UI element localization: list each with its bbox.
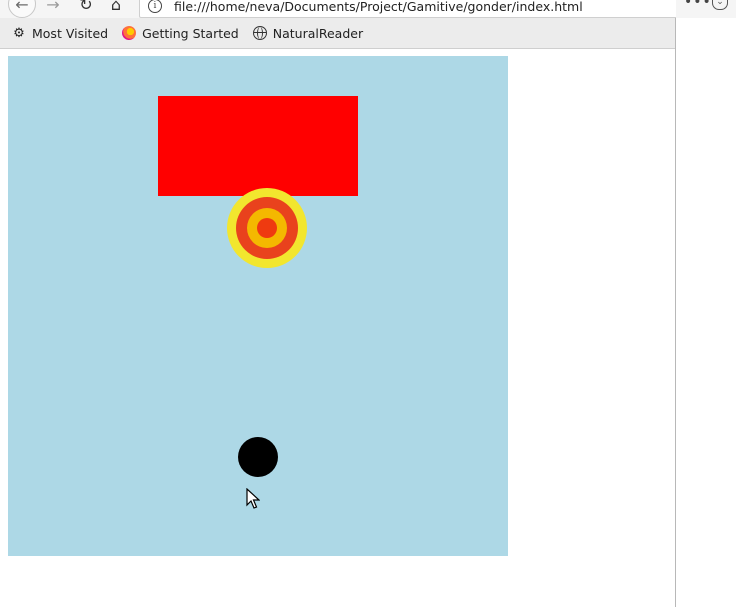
globe-icon xyxy=(252,26,267,40)
gear-icon: ⚙ xyxy=(13,25,25,41)
back-arrow-icon[interactable]: ← xyxy=(8,0,36,18)
bookmark-label: Getting Started xyxy=(142,25,239,41)
more-actions-icon[interactable]: ••• xyxy=(684,0,712,10)
background-window xyxy=(676,0,736,607)
url-bar[interactable]: i file:///home/neva/Documents/Project/Ga… xyxy=(139,0,681,18)
firefox-icon xyxy=(122,26,137,40)
bookmark-naturalreader[interactable]: NaturalReader xyxy=(252,25,364,41)
black-ball[interactable] xyxy=(238,437,278,477)
game-canvas[interactable] xyxy=(8,56,508,556)
page-viewport xyxy=(0,49,675,607)
reload-icon[interactable]: ↻ xyxy=(74,0,98,16)
bookmark-most-visited[interactable]: ⚙ Most Visited xyxy=(12,26,108,41)
nav-toolbar: ← → ↻ ⌂ i file:///home/neva/Documents/Pr… xyxy=(0,0,681,18)
target-bullseye xyxy=(257,218,277,238)
bookmark-getting-started[interactable]: Getting Started xyxy=(122,26,239,41)
bullseye-target xyxy=(227,188,307,268)
bookmark-label: NaturalReader xyxy=(272,25,364,41)
browser-window: ← → ↻ ⌂ i file:///home/neva/Documents/Pr… xyxy=(0,0,681,607)
forward-arrow-icon[interactable]: → xyxy=(41,0,65,16)
bookmarks-toolbar: ⚙ Most Visited Getting Started NaturalRe… xyxy=(0,18,675,49)
mouse-cursor-icon xyxy=(246,488,260,509)
home-icon[interactable]: ⌂ xyxy=(104,0,128,16)
url-text[interactable]: file:///home/neva/Documents/Project/Gami… xyxy=(174,0,583,14)
bookmark-label: Most Visited xyxy=(32,25,109,41)
info-icon[interactable]: i xyxy=(148,0,162,13)
red-block xyxy=(158,96,358,196)
